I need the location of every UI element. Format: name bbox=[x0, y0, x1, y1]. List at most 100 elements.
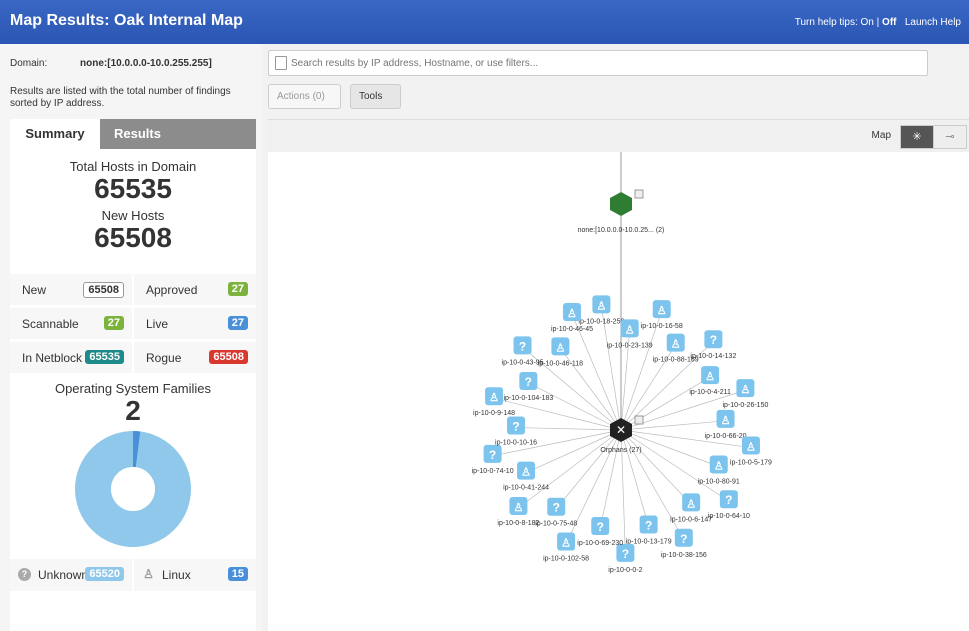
linux-icon: ♙ bbox=[657, 305, 667, 317]
help-off-link[interactable]: Off bbox=[882, 17, 896, 28]
host-node[interactable]: ? ip-10-0-10-16 bbox=[495, 416, 537, 447]
linux-icon: ♙ bbox=[561, 538, 571, 550]
linux-icon: ♙ bbox=[705, 371, 715, 383]
stat-badge: 65535 bbox=[85, 350, 124, 364]
orphans-label: Orphans (27) bbox=[600, 447, 641, 454]
orphans-node[interactable]: ✕ Orphans (27) bbox=[600, 415, 644, 454]
tree-view-button[interactable]: ⊸ bbox=[933, 125, 967, 149]
legend-linux[interactable]: ♙ Linux 15 bbox=[134, 559, 256, 591]
linux-icon: ♙ bbox=[489, 392, 499, 404]
host-label: ip-10-0-38-156 bbox=[661, 552, 707, 559]
map-canvas[interactable]: none:[10.0.0.0-10.0.25... (2) ✕ Orphans (2… bbox=[268, 152, 969, 631]
legend-unknown[interactable]: ? Unknown 65520 bbox=[10, 559, 132, 591]
page-title: Map Results: Oak Internal Map bbox=[10, 12, 243, 29]
host-node[interactable]: ♙ ip-10-0-8-182 bbox=[497, 496, 540, 527]
host-node[interactable]: ♙ ip-10-0-18-250 bbox=[578, 295, 624, 325]
total-hosts-value: 65535 bbox=[94, 173, 172, 204]
host-node[interactable]: ♙ ip-10-0-6-147 bbox=[670, 493, 712, 523]
stat-badge: 27 bbox=[227, 316, 248, 330]
question-icon: ? bbox=[18, 568, 31, 581]
collapse-icon[interactable] bbox=[634, 189, 644, 199]
host-node[interactable]: ♙ ip-10-0-41-244 bbox=[503, 461, 549, 492]
host-label: ip-10-0-46-45 bbox=[551, 326, 593, 333]
host-node[interactable]: ? ip-10-0-64-10 bbox=[708, 490, 750, 520]
map-view-label: Map bbox=[871, 130, 891, 141]
stat-approved[interactable]: Approved 27 bbox=[134, 274, 256, 306]
question-icon: ? bbox=[710, 333, 717, 347]
actions-dropdown[interactable]: Actions (0) ⌄ bbox=[268, 84, 341, 125]
linux-icon: ♙ bbox=[721, 415, 731, 427]
stat-label: Live bbox=[146, 317, 169, 331]
host-node[interactable]: ? ip-10-0-75-48 bbox=[535, 497, 577, 528]
host-label: ip-10-0-66-20 bbox=[705, 433, 747, 440]
launch-help-link[interactable]: Launch Help bbox=[905, 17, 961, 28]
question-icon: ? bbox=[519, 339, 526, 353]
help-on-link[interactable]: On bbox=[861, 17, 874, 28]
host-label: ip-10-0-23-139 bbox=[607, 342, 653, 349]
filter-list-icon[interactable] bbox=[275, 56, 287, 70]
linux-icon: ♙ bbox=[671, 339, 681, 351]
linux-icon: ♙ bbox=[143, 567, 154, 581]
host-label: ip-10-0-64-10 bbox=[708, 513, 750, 520]
tab-summary[interactable]: Summary bbox=[10, 119, 100, 149]
host-label: ip-10-0-16-58 bbox=[641, 323, 683, 330]
linux-icon: ♙ bbox=[746, 442, 756, 454]
host-node[interactable]: ?ip-10-0-13-179 bbox=[626, 515, 672, 545]
host-node[interactable]: ? ip-10-0-74-10 bbox=[472, 444, 514, 475]
results-description: Results are listed with the total number… bbox=[10, 86, 231, 109]
host-label: ip-10-0-18-250 bbox=[578, 318, 624, 325]
host-node[interactable]: ? ip-10-0-69-230 bbox=[577, 517, 623, 547]
host-node[interactable]: ♙ ip-10-0-5-179 bbox=[730, 436, 772, 467]
linux-icon: ♙ bbox=[740, 384, 750, 396]
stat-live[interactable]: Live 27 bbox=[134, 308, 256, 340]
stat-rogue[interactable]: Rogue 65508 bbox=[134, 342, 256, 374]
host-label: ip-10-0-41-244 bbox=[503, 485, 549, 492]
new-hosts-value: 65508 bbox=[94, 222, 172, 253]
host-node[interactable]: ♙ ip-10-0-16-58 bbox=[641, 300, 683, 330]
question-icon: ? bbox=[645, 518, 652, 532]
legend-badge: 15 bbox=[227, 567, 248, 581]
domain-value: none:[10.0.0.0-10.0.255.255] bbox=[80, 58, 212, 69]
help-separator: | bbox=[876, 17, 880, 28]
collapse-icon[interactable] bbox=[634, 415, 644, 425]
host-node[interactable]: ♙ ip-10-0-102-58 bbox=[543, 532, 589, 563]
stat-label: New bbox=[22, 283, 47, 297]
stat-badge: 27 bbox=[227, 282, 248, 296]
help-tips-label: Turn help tips: bbox=[794, 17, 858, 28]
domain-root-node[interactable]: none:[10.0.0.0-10.0.25... (2) bbox=[578, 189, 665, 234]
host-label: ip-10-0-104-183 bbox=[503, 395, 553, 402]
stat-in-netblock[interactable]: In Netblock 65535 bbox=[10, 342, 132, 374]
tools-dropdown[interactable]: Tools ⌄ bbox=[350, 84, 401, 125]
host-node[interactable]: ? ip-10-0-0-2 bbox=[608, 543, 643, 574]
host-label: ip-10-0-4-211 bbox=[689, 389, 731, 396]
legend-label: Linux bbox=[162, 568, 191, 582]
linux-icon: ♙ bbox=[714, 460, 724, 472]
map-toolbar: Map ✳ ⊸ bbox=[268, 120, 969, 152]
host-node[interactable]: ? ip-10-0-104-183 bbox=[503, 371, 553, 402]
host-node[interactable]: ? ip-10-0-14-132 bbox=[690, 330, 736, 360]
stat-scannable[interactable]: Scannable 27 bbox=[10, 308, 132, 340]
search-bar[interactable] bbox=[268, 50, 928, 76]
host-node[interactable]: ♙ ip-10-0-46-118 bbox=[538, 337, 584, 367]
new-hosts-label: New Hosts bbox=[101, 208, 165, 223]
map-edge bbox=[620, 376, 711, 431]
stat-new[interactable]: New 65508 bbox=[10, 274, 132, 306]
domain-row: Domain: none:[10.0.0.0-10.0.255.255] bbox=[10, 58, 212, 69]
domain-node-icon bbox=[610, 192, 632, 216]
domain-root-label: none:[10.0.0.0-10.0.25... (2) bbox=[578, 227, 665, 234]
tab-results[interactable]: Results bbox=[100, 119, 256, 149]
question-icon: ? bbox=[622, 547, 629, 561]
os-donut-chart[interactable] bbox=[10, 426, 256, 556]
search-input[interactable] bbox=[291, 54, 911, 72]
host-label: ip-10-0-10-16 bbox=[495, 440, 537, 447]
panel-tabs: Summary Results bbox=[10, 119, 256, 149]
network-map[interactable]: Map ✳ ⊸ none:[10.0.0.0-10.0.25... (2) ✕ Or… bbox=[268, 119, 969, 631]
host-label: ip-10-0-75-48 bbox=[535, 521, 577, 528]
domain-label: Domain: bbox=[10, 58, 48, 69]
host-node[interactable]: ♙ ip-10-0-66-20 bbox=[705, 409, 747, 440]
linux-icon: ♙ bbox=[521, 467, 531, 479]
total-hosts-label: Total Hosts in Domain bbox=[69, 159, 197, 174]
host-node[interactable]: ♙ ip-10-0-4-211 bbox=[689, 366, 731, 396]
host-label: ip-10-0-8-182 bbox=[497, 520, 539, 527]
radial-view-button[interactable]: ✳ bbox=[900, 125, 934, 149]
